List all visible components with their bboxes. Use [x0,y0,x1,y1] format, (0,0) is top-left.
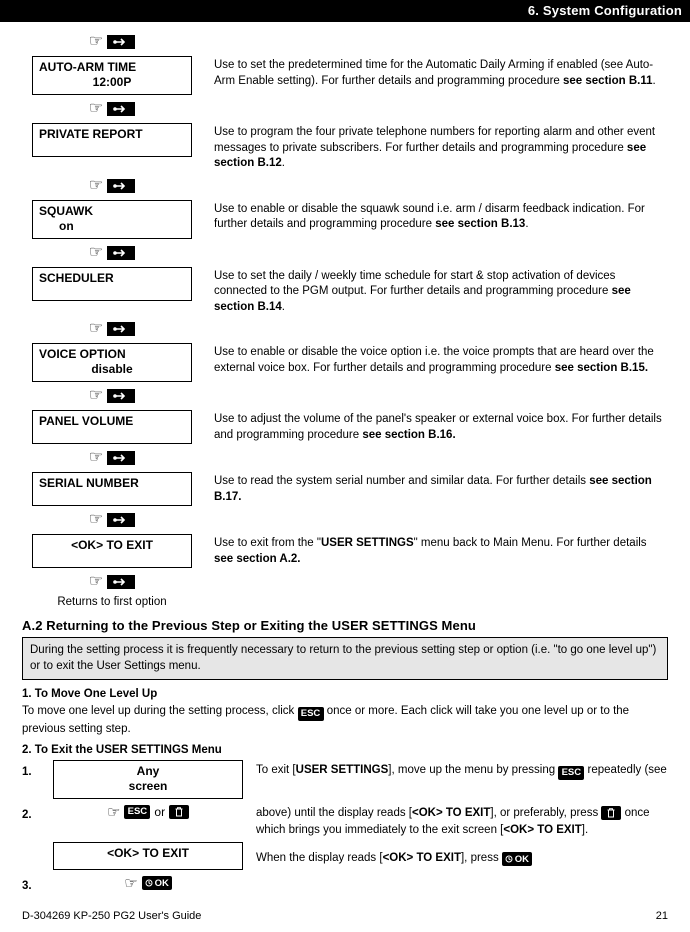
delete-button-icon [169,805,189,819]
hand-arrow-icon: ☞ [89,176,135,196]
hand-arrow-icon: ☞ [89,319,135,339]
any-screen-box: Anyscreen [53,760,243,799]
menu-description: Use to exit from the "USER SETTINGS" men… [214,534,668,567]
step2-text: above) until the display reads [<OK> TO … [256,803,668,838]
menu-description: Use to set the daily / weekly time sched… [214,267,668,316]
menu-description: Use to adjust the volume of the panel's … [214,410,668,443]
ok-button-icon: OK [502,852,532,866]
menu-screen: SCHEDULER [32,267,192,301]
step-number: 3. [22,874,40,892]
menu-screen: PANEL VOLUME [32,410,192,444]
step3-text: When the display reads [<OK> TO EXIT], p… [256,842,668,867]
menu-screen: AUTO-ARM TIME12:00P [32,56,192,95]
section-a2-title: A.2 Returning to the Previous Step or Ex… [22,618,668,633]
step-number: 2. [22,803,40,821]
page-number: 21 [656,910,668,922]
hand-arrow-icon: ☞ [89,386,135,406]
menu-description: Use to read the system serial number and… [214,472,668,505]
sub1-text: To move one level up during the setting … [22,703,668,738]
menu-screen: SERIAL NUMBER [32,472,192,506]
step2-press: ☞ ESC or [107,803,189,821]
hand-arrow-icon: ☞ [89,572,135,592]
step-number [22,842,40,848]
sub1-heading: 1. To Move One Level Up [22,688,668,700]
step-number: 1. [22,760,40,778]
menu-description: Use to enable or disable the squawk soun… [214,200,668,233]
menu-screen: <OK> TO EXIT [32,534,192,568]
hand-arrow-icon: ☞ [89,99,135,119]
hand-arrow-icon: ☞ [89,32,135,52]
delete-button-icon [601,806,621,820]
ok-to-exit-screen: <OK> TO EXIT [53,842,243,870]
hand-arrow-icon: ☞ [89,510,135,530]
step1-text: To exit [USER SETTINGS], move up the men… [256,760,668,780]
footer-doc-id: D-304269 KP-250 PG2 User's Guide [22,910,201,922]
menu-screen: PRIVATE REPORT [32,123,192,157]
returns-note: Returns to first option [22,596,202,608]
menu-description: Use to enable or disable the voice optio… [214,343,668,376]
step3-press: ☞ OK [124,874,171,892]
chapter-header: 6. System Configuration [0,0,690,22]
a2-intro-box: During the setting process it is frequen… [22,637,668,680]
menu-screen: SQUAWKon [32,200,192,239]
sub2-heading: 2. To Exit the USER SETTINGS Menu [22,744,668,756]
ok-button-icon: OK [142,876,172,890]
menu-description: Use to set the predetermined time for th… [214,56,668,89]
esc-button-icon: ESC [298,707,324,721]
menu-screen: VOICE OPTIONdisable [32,343,192,382]
hand-arrow-icon: ☞ [89,448,135,468]
esc-button-icon: ESC [124,805,150,819]
menu-description: Use to program the four private telephon… [214,123,668,172]
hand-arrow-icon: ☞ [89,243,135,263]
esc-button-icon: ESC [558,766,584,780]
